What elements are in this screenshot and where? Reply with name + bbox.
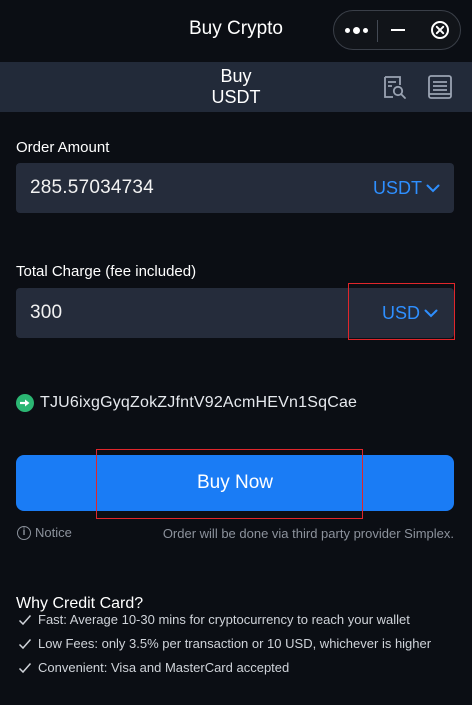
minimize-button[interactable] xyxy=(378,11,418,49)
chevron-down-icon xyxy=(424,309,438,318)
check-icon xyxy=(18,638,32,649)
wallet-address-row: TJU6ixgGyqZokZJfntV92AcmHEVn1SqCae xyxy=(16,394,357,412)
close-button[interactable] xyxy=(420,11,460,49)
total-charge-label: Total Charge (fee included) xyxy=(16,263,197,280)
minimize-icon xyxy=(391,29,405,31)
benefit-text: Low Fees: only 3.5% per transaction or 1… xyxy=(38,636,432,651)
order-amount-field[interactable]: 285.57034734 USDT xyxy=(16,163,454,213)
benefit-item: Convenient: Visa and MasterCard accepted xyxy=(18,660,289,675)
chevron-down-icon xyxy=(426,184,440,193)
total-charge-value[interactable]: 300 xyxy=(30,302,62,324)
charge-currency-label: USD xyxy=(381,303,420,323)
charge-currency-select[interactable]: USD xyxy=(382,303,438,324)
order-amount-value[interactable]: 285.57034734 xyxy=(30,177,154,199)
arrow-right-icon xyxy=(16,394,34,412)
check-icon xyxy=(18,662,32,673)
info-icon: i xyxy=(17,525,31,540)
window-controls xyxy=(333,10,461,50)
notice-link[interactable]: i Notice xyxy=(17,525,72,540)
notice-label: Notice xyxy=(35,525,72,540)
buy-now-button[interactable]: Buy Now xyxy=(16,455,454,511)
order-currency-select[interactable]: USDT xyxy=(373,178,440,199)
title-bar: Buy Crypto xyxy=(0,0,472,62)
receipt-list-icon[interactable] xyxy=(427,74,453,100)
benefit-text: Fast: Average 10-30 mins for cryptocurre… xyxy=(38,612,410,627)
why-credit-card-title: Why Credit Card? xyxy=(16,595,144,612)
check-icon xyxy=(18,614,32,625)
provider-note: Order will be done via third party provi… xyxy=(162,526,454,541)
close-icon xyxy=(431,21,449,39)
order-search-icon[interactable] xyxy=(381,74,407,100)
page-header: Buy USDT xyxy=(0,62,472,112)
benefit-item: Fast: Average 10-30 mins for cryptocurre… xyxy=(18,612,410,627)
order-amount-label: Order Amount xyxy=(16,139,110,156)
benefit-item: Low Fees: only 3.5% per transaction or 1… xyxy=(18,636,431,651)
more-options-button[interactable] xyxy=(336,11,376,49)
more-dots-icon xyxy=(344,26,368,34)
order-currency-label: USDT xyxy=(373,178,422,198)
total-charge-field[interactable]: 300 USD xyxy=(16,288,454,338)
wallet-address: TJU6ixgGyqZokZJfntV92AcmHEVn1SqCae xyxy=(40,394,358,411)
benefit-text: Convenient: Visa and MasterCard accepted xyxy=(38,660,290,675)
